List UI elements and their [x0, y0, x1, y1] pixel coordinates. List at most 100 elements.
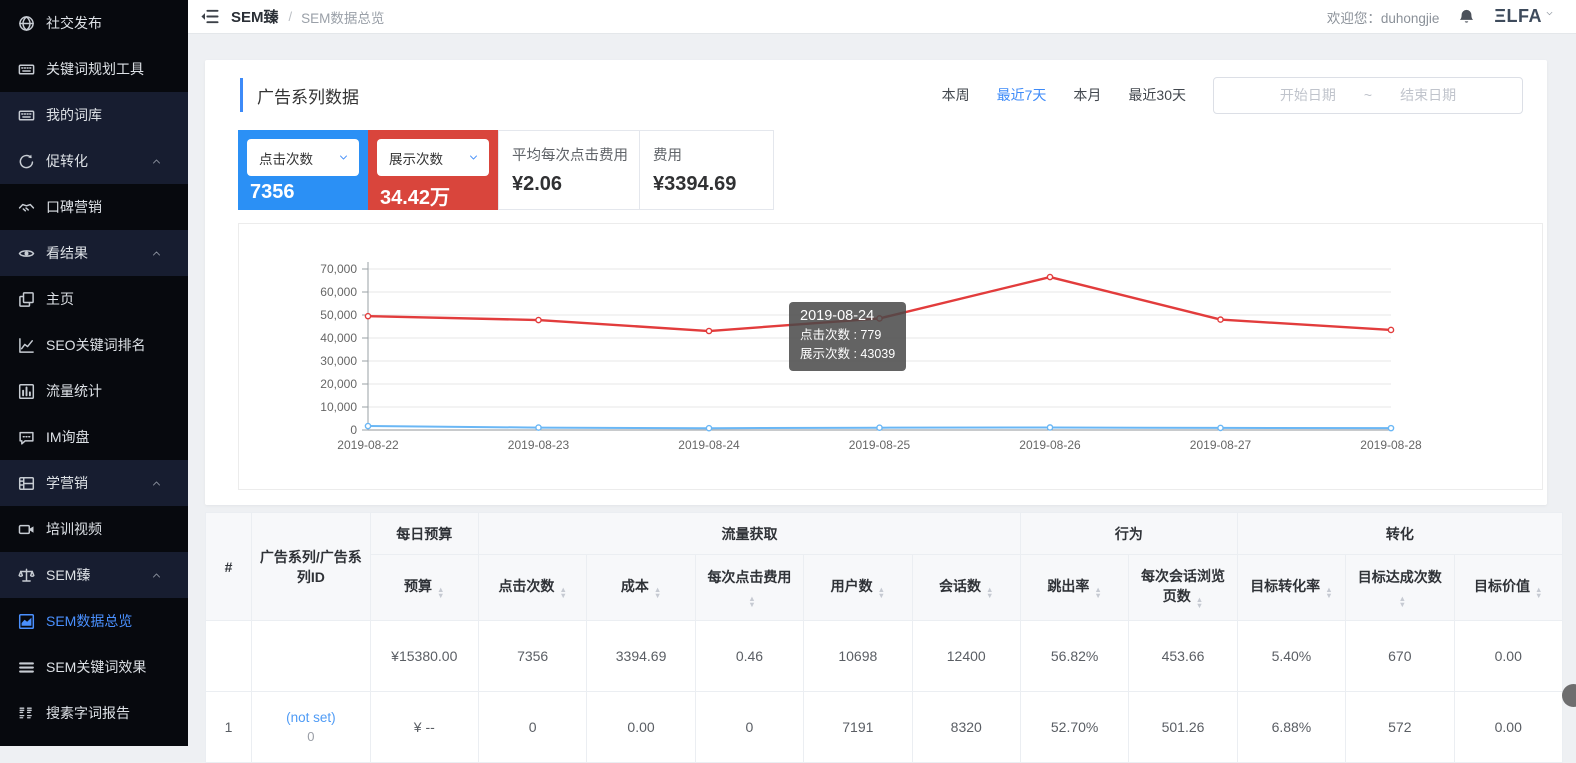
time-filter-1[interactable]: 最近7天	[997, 85, 1047, 105]
start-date-placeholder[interactable]: 开始日期	[1280, 85, 1336, 105]
table-cell: 10698	[804, 621, 912, 692]
sidebar-item-11[interactable]: 培训视频	[0, 506, 188, 552]
line-chart-icon	[18, 337, 35, 354]
col-header-3[interactable]: 每次点击费用 ▲▼	[695, 555, 803, 621]
sort-icon[interactable]: ▲▼	[437, 587, 444, 600]
chat-icon	[18, 429, 35, 446]
date-range-picker[interactable]: 开始日期 ~ 结束日期	[1213, 77, 1523, 114]
sort-icon[interactable]: ▲▼	[748, 596, 755, 609]
sidebar-item-7[interactable]: SEO关键词排名	[0, 322, 188, 368]
video-icon	[18, 521, 35, 538]
svg-text:2019-08-22: 2019-08-22	[337, 438, 399, 452]
table-cell: 7191	[804, 692, 912, 763]
sort-icon[interactable]: ▲▼	[878, 587, 885, 600]
sidebar-item-12[interactable]: SEM臻	[0, 552, 188, 598]
chevron-down-icon	[338, 152, 349, 163]
topbar: SEM臻 / SEM数据总览 欢迎您：duhongjie ΞLFA	[188, 0, 1576, 34]
sort-icon[interactable]: ▲▼	[1196, 597, 1203, 610]
table-cell: 52.70%	[1020, 692, 1128, 763]
col-group-0: 每日预算	[370, 513, 478, 555]
table-cell: ¥ --	[370, 692, 478, 763]
table-cell: 12400	[912, 621, 1020, 692]
col-header-label: 目标达成次数	[1358, 569, 1442, 585]
col-header-0[interactable]: 预算▲▼	[370, 555, 478, 621]
col-header-8[interactable]: 目标转化率▲▼	[1237, 555, 1345, 621]
stat-card-1: 展示次数 34.42万	[368, 130, 498, 210]
sort-icon[interactable]: ▲▼	[1399, 596, 1406, 609]
stat-value: 7356	[247, 181, 359, 204]
campaign-id: 0	[258, 729, 363, 744]
sort-icon[interactable]: ▲▼	[559, 587, 566, 600]
sidebar: 社交发布关键词规划工具我的词库促转化口碑营销看结果主页 SEO关键词排名流量统计I…	[0, 0, 188, 746]
campaign-data-card: 广告系列数据 本周最近7天本月最近30天 开始日期 ~ 结束日期 点击次数735…	[205, 60, 1547, 505]
svg-text:50,000: 50,000	[320, 308, 357, 322]
col-header-label: 点击次数	[498, 578, 554, 594]
sidebar-item-0[interactable]: 社交发布	[0, 0, 188, 46]
sidebar-item-8[interactable]: 流量统计	[0, 368, 188, 414]
refresh-icon	[18, 153, 35, 170]
sort-icon[interactable]: ▲▼	[1094, 587, 1101, 600]
eye-icon	[18, 245, 35, 262]
keyboard-icon	[18, 107, 35, 124]
list-icon	[18, 659, 35, 676]
sidebar-item-label: SEO关键词排名	[46, 335, 173, 355]
end-date-placeholder[interactable]: 结束日期	[1400, 85, 1456, 105]
sidebar-item-6[interactable]: 主页	[0, 276, 188, 322]
chevron-up-icon	[151, 248, 162, 259]
sort-icon[interactable]: ▲▼	[986, 587, 993, 600]
sidebar-item-label: SEM臻	[46, 565, 151, 585]
welcome-text: 欢迎您：duhongjie	[1327, 7, 1440, 27]
stat-value: 34.42万	[377, 181, 489, 210]
svg-text:60,000: 60,000	[320, 285, 357, 299]
bell-icon[interactable]	[1458, 8, 1475, 25]
date-range-separator: ~	[1364, 87, 1372, 103]
time-filter-3[interactable]: 最近30天	[1128, 85, 1186, 105]
sort-icon[interactable]: ▲▼	[1535, 587, 1542, 600]
bar-chart-icon	[18, 383, 35, 400]
sidebar-item-15[interactable]: 搜素字词报告	[0, 690, 188, 736]
time-filter-0[interactable]: 本周	[942, 85, 970, 105]
svg-text:2019-08-24: 2019-08-24	[678, 438, 740, 452]
sidebar-item-4[interactable]: 口碑营销	[0, 184, 188, 230]
col-header-6[interactable]: 跳出率▲▼	[1020, 555, 1128, 621]
time-filter-2[interactable]: 本月	[1073, 85, 1101, 105]
sidebar-item-label: SEM数据总览	[46, 611, 173, 631]
col-header-5[interactable]: 会话数▲▼	[912, 555, 1020, 621]
sidebar-item-14[interactable]: SEM关键词效果	[0, 644, 188, 690]
sidebar-item-2[interactable]: 我的词库	[0, 92, 188, 138]
svg-text:20,000: 20,000	[320, 377, 357, 391]
summary-row: ¥15380.0073563394.690.46106981240056.82%…	[206, 621, 1563, 692]
metric-select[interactable]: 展示次数	[377, 139, 489, 176]
sort-icon[interactable]: ▲▼	[1325, 587, 1332, 600]
col-group-1: 流量获取	[478, 513, 1020, 555]
handshake-icon	[18, 199, 35, 216]
menu-fold-icon[interactable]	[200, 7, 219, 26]
sort-icon[interactable]: ▲▼	[654, 587, 661, 600]
sidebar-item-10[interactable]: 学营销	[0, 460, 188, 506]
campaign-link[interactable]: (not set)	[258, 710, 363, 725]
brand-logo-text: ΞLFA	[1494, 6, 1542, 27]
col-header-7[interactable]: 每次会话浏览页数▲▼	[1129, 555, 1237, 621]
col-header-1[interactable]: 点击次数 ▲▼	[478, 555, 586, 621]
sidebar-item-3[interactable]: 促转化	[0, 138, 188, 184]
col-header-9[interactable]: 目标达成次数 ▲▼	[1346, 555, 1454, 621]
metric-select[interactable]: 点击次数	[247, 139, 359, 176]
col-header-label: 每次点击费用	[707, 569, 791, 585]
brand-logo[interactable]: ΞLFA	[1494, 6, 1554, 27]
sidebar-item-label: 学营销	[46, 473, 151, 493]
stat-card-3: 费用¥3394.69	[640, 130, 774, 210]
svg-text:2019-08-23: 2019-08-23	[508, 438, 570, 452]
sidebar-item-13[interactable]: SEM数据总览	[0, 598, 188, 644]
col-header-10[interactable]: 目标价值▲▼	[1454, 555, 1563, 621]
sidebar-item-1[interactable]: 关键词规划工具	[0, 46, 188, 92]
col-header-campaign: 广告系列/广告系列ID	[252, 513, 370, 621]
stat-label: 费用	[653, 144, 773, 165]
copy-icon	[18, 291, 35, 308]
col-header-2[interactable]: 成本▲▼	[587, 555, 695, 621]
chevron-up-icon	[151, 570, 162, 581]
sidebar-item-9[interactable]: IM询盘	[0, 414, 188, 460]
table-cell: 5.40%	[1237, 621, 1345, 692]
grid-icon	[18, 705, 35, 722]
col-header-4[interactable]: 用户数▲▼	[804, 555, 912, 621]
sidebar-item-5[interactable]: 看结果	[0, 230, 188, 276]
